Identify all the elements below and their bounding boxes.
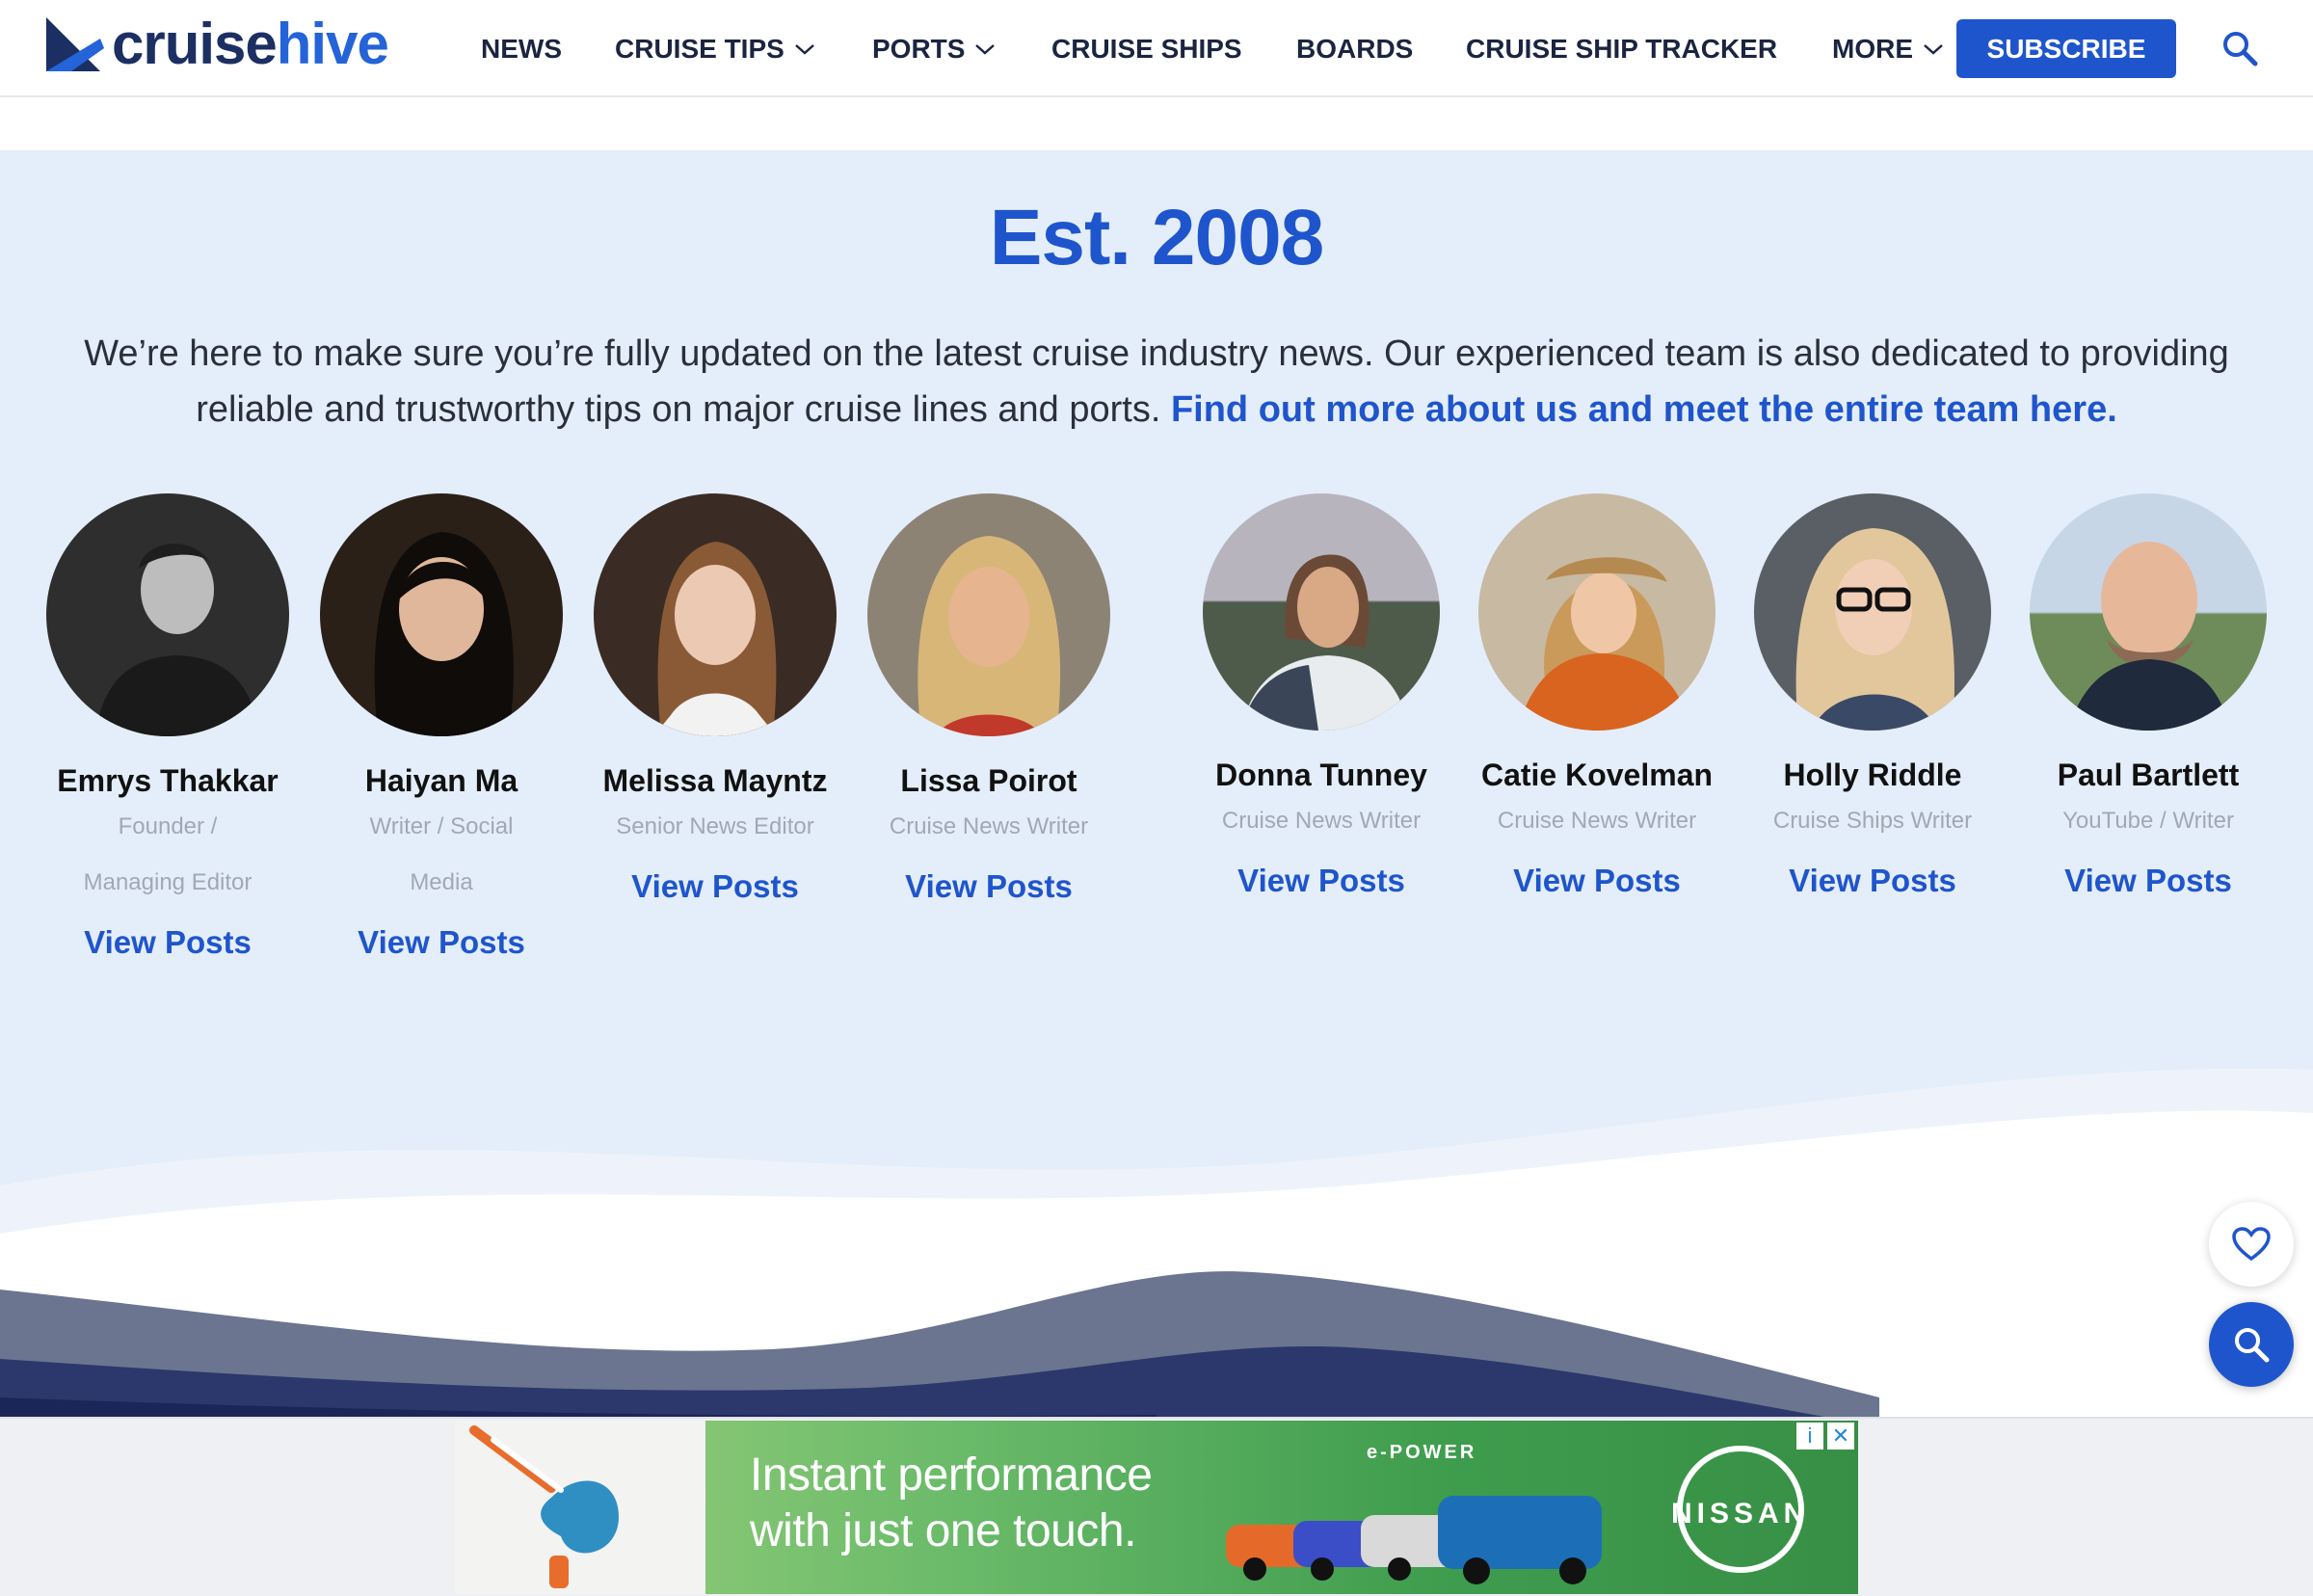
team-member: Lissa Poirot Cruise News Writer View Pos…: [849, 493, 1129, 905]
nav-cruise-ships[interactable]: CRUISE SHIPS: [1051, 0, 1242, 97]
ad-headline: Instant performance with just one touch.: [750, 1448, 1153, 1559]
avatar[interactable]: [1203, 493, 1440, 731]
nav-cruise-tips-label: CRUISE TIPS: [615, 33, 784, 64]
search-icon[interactable]: [2220, 29, 2259, 67]
member-name: Catie Kovelman: [1480, 758, 1714, 792]
intro-paragraph: We’re here to make sure you’re fully upd…: [48, 326, 2265, 438]
ad-headline-line2: with just one touch.: [750, 1505, 1136, 1556]
member-role: Cruise Ships Writer: [1772, 808, 1973, 834]
avatar[interactable]: [46, 493, 289, 736]
member-role: Cruise News Writer: [1497, 808, 1697, 834]
advertisement-banner[interactable]: Instant performance with just one touch.…: [455, 1421, 1858, 1594]
team-member: Donna Tunney Cruise News Writer View Pos…: [1182, 493, 1461, 899]
nav-cruise-tips[interactable]: CRUISE TIPS: [615, 0, 815, 97]
member-name: Holly Riddle: [1783, 758, 1962, 792]
ad-brand: NISSAN: [1671, 1498, 1810, 1530]
member-name: Haiyan Ma: [364, 763, 518, 798]
ad-close-icon[interactable]: ✕: [1827, 1423, 1854, 1450]
view-posts-link[interactable]: View Posts: [1733, 863, 2012, 899]
avatar-photo: [94, 544, 260, 736]
nav-ports-label: PORTS: [872, 33, 966, 64]
avatar[interactable]: [2030, 493, 2267, 731]
team-member: Holly Riddle Cruise Ships Writer View Po…: [1733, 493, 2012, 899]
nav-news-label: NEWS: [481, 33, 562, 64]
nav-more-label: MORE: [1832, 33, 1913, 64]
logo-text-cruise: cruise: [112, 12, 278, 76]
avatar[interactable]: [1754, 493, 1991, 731]
logo-text: cruisehive: [112, 12, 389, 76]
avatar-photo: [374, 532, 514, 736]
avatar-photo: [917, 536, 1061, 736]
ad-image-left: [455, 1421, 705, 1594]
cruisehive-logo[interactable]: cruisehive: [42, 12, 389, 76]
nav-cruise-ships-label: CRUISE SHIPS: [1051, 33, 1242, 64]
member-name: Emrys Thakkar: [57, 763, 279, 798]
chevron-down-icon: [1924, 43, 1943, 55]
member-name: Paul Bartlett: [2057, 758, 2240, 792]
view-posts-link[interactable]: View Posts: [849, 868, 1129, 905]
avatar[interactable]: [594, 493, 837, 736]
nav-boards[interactable]: BOARDS: [1296, 0, 1413, 97]
member-name: Melissa Mayntz: [602, 763, 828, 798]
section-title: Est. 2008: [989, 194, 1325, 281]
avatar-photo: [1517, 557, 1690, 731]
nav-ports[interactable]: PORTS: [872, 0, 996, 97]
floating-search-button[interactable]: [2209, 1302, 2294, 1387]
avatar-photo: [2068, 542, 2230, 731]
chevron-down-icon: [795, 43, 814, 55]
avatar[interactable]: [1478, 493, 1715, 731]
ad-info-icon[interactable]: i: [1796, 1423, 1823, 1450]
view-posts-link[interactable]: View Posts: [302, 924, 581, 961]
paint-pen-illustration: [455, 1421, 705, 1594]
view-posts-link[interactable]: View Posts: [2008, 863, 2288, 899]
avatar[interactable]: [867, 493, 1110, 736]
member-role: Cruise News Writer: [889, 813, 1089, 839]
search-icon: [2235, 1328, 2270, 1363]
site-header: cruisehive NEWS CRUISE TIPS PORTS CRUISE…: [0, 0, 2313, 97]
view-posts-link[interactable]: View Posts: [575, 868, 855, 905]
member-name: Lissa Poirot: [900, 763, 1077, 798]
ad-cars-image: [1226, 1496, 1602, 1584]
ad-headline-line1: Instant performance: [750, 1450, 1153, 1501]
logo-mark-icon: [46, 17, 104, 71]
member-role: Founder / Managing Editor: [83, 813, 253, 895]
avatar-photo: [1241, 554, 1409, 731]
heart-icon: [2232, 1227, 2271, 1262]
view-posts-link[interactable]: View Posts: [1182, 863, 1461, 899]
nav-boards-label: BOARDS: [1296, 33, 1414, 64]
team-member: Melissa Mayntz Senior News Editor View P…: [575, 493, 855, 905]
nav-cruise-ship-tracker[interactable]: CRUISE SHIP TRACKER: [1466, 0, 1777, 97]
view-posts-link[interactable]: View Posts: [1457, 863, 1737, 899]
avatar[interactable]: [320, 493, 563, 736]
member-role: YouTube / Writer: [2062, 808, 2234, 834]
team-member: Emrys Thakkar Founder / Managing Editor …: [28, 493, 307, 961]
avatar-photo: [1795, 528, 1954, 731]
chevron-down-icon: [975, 43, 996, 55]
about-us-link[interactable]: Find out more about us and meet the enti…: [1171, 389, 2117, 430]
nav-news[interactable]: NEWS: [481, 0, 562, 97]
team-member: Catie Kovelman Cruise News Writer View P…: [1457, 493, 1737, 899]
ad-badge: e-POWER: [1367, 1442, 1477, 1463]
view-posts-link[interactable]: View Posts: [28, 924, 307, 961]
nav-cruise-ship-tracker-label: CRUISE SHIP TRACKER: [1466, 33, 1778, 64]
member-name: Donna Tunney: [1215, 758, 1427, 792]
logo-text-hive: hive: [276, 12, 389, 76]
member-role: Senior News Editor: [616, 813, 814, 839]
avatar-photo: [653, 542, 777, 736]
nav-more[interactable]: MORE: [1832, 0, 1944, 97]
subscribe-button[interactable]: SUBSCRIBE: [1956, 19, 2176, 78]
team-member: Paul Bartlett YouTube / Writer View Post…: [2008, 493, 2288, 899]
wave-decoration: [0, 1068, 2313, 1426]
member-role: Writer / Social Media: [369, 813, 514, 895]
member-role: Cruise News Writer: [1221, 808, 1422, 834]
team-member: Haiyan Ma Writer / Social Media View Pos…: [302, 493, 581, 961]
favorite-button[interactable]: [2209, 1202, 2294, 1287]
